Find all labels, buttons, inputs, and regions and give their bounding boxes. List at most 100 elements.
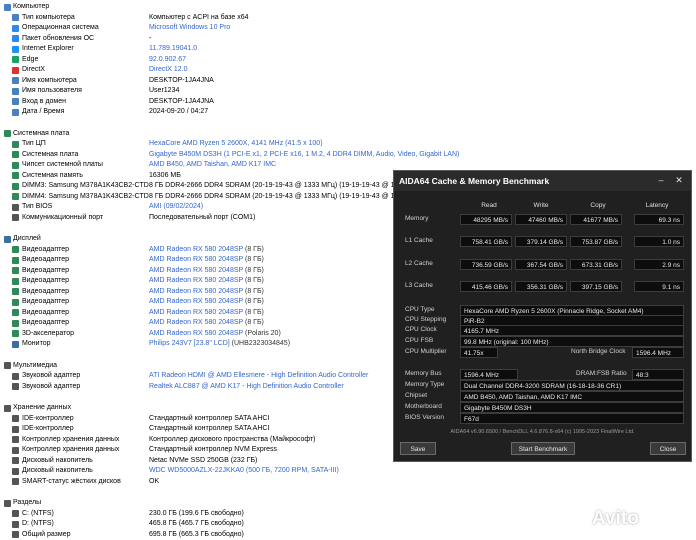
tree-label: Дисковый накопитель (22, 456, 93, 464)
tree-value-text: AMD Radeon RX 580 2048SP (149, 266, 244, 274)
drive-icon (12, 510, 19, 517)
tree-label: Тип ЦП (22, 140, 46, 147)
tree-value[interactable]: HexaCore AMD Ryzen 5 2600X, 4141 MHz (41… (149, 139, 323, 149)
user-icon (12, 87, 19, 95)
gpu-icon (12, 288, 19, 295)
tree-value[interactable]: Microsoft Windows 10 Pro (149, 23, 230, 33)
tree-value: DESKTOP-1JA4JNA (149, 76, 214, 86)
tree-value[interactable]: ATI Radeon HDMI @ AMD Ellesmere - High D… (149, 371, 368, 381)
tree-label: DIMM4: Samsung M378A1K43CB2-CTD (22, 192, 149, 200)
tree-value-detail: (8 ГБ) (243, 256, 264, 263)
dialog-titlebar[interactable]: AIDA64 Cache & Memory Benchmark – ✕ (394, 171, 691, 191)
tree-value[interactable]: Philips 243V7 [23.8" LCD] (UHB2323034845… (149, 339, 290, 349)
tree-label: Видеоадаптер (22, 277, 70, 284)
close-button[interactable]: Close (650, 442, 686, 455)
bench-read-value: 48295 MB/s (460, 214, 512, 225)
tree-value[interactable]: AMD Radeon RX 580 2048SP (8 ГБ) (149, 276, 264, 286)
bench-write-value: 379.14 GB/s (515, 236, 567, 247)
cpu-multiplier-label: CPU Multiplier (405, 348, 447, 355)
memory-icon (12, 172, 19, 179)
computer-icon (12, 77, 19, 84)
cpu-fsb-label: CPU FSB (405, 337, 434, 344)
memory-icon (12, 193, 19, 200)
tree-label: Internet Explorer (22, 45, 74, 52)
tree-value[interactable]: AMD Radeon RX 580 2048SP (8 ГБ) (149, 318, 264, 328)
memory-icon (12, 182, 19, 190)
tree-value: 230.0 ГБ (199.6 ГБ свободно) (149, 509, 244, 519)
col-header-read: Read (481, 202, 497, 209)
nb-clock-label: North Bridge Clock (571, 348, 626, 355)
computer-icon (4, 3, 11, 11)
tree-value[interactable]: 92.0.902.67 (149, 55, 186, 65)
close-icon[interactable]: ✕ (674, 175, 684, 185)
edge-icon (12, 56, 19, 63)
tree-label: Тип компьютера (22, 13, 75, 21)
tree-value[interactable]: AMD B450, AMD Taishan, AMD K17 IMC (149, 160, 276, 170)
avito-watermark: Avito (592, 508, 639, 529)
bench-row-label: Memory (405, 215, 429, 222)
tree-label: Хранение данных (13, 404, 72, 411)
tree-value-text: Стандартный контроллер SATA AHCI (149, 414, 270, 422)
controller-icon (12, 436, 19, 443)
bench-copy-value: 397.15 GB/s (570, 281, 622, 292)
update-icon (12, 35, 19, 42)
tree-value: Компьютер с ACPI на базе x64 (149, 13, 249, 23)
start-benchmark-button[interactable]: Start Benchmark (511, 442, 575, 455)
minimize-icon[interactable]: – (656, 175, 666, 185)
tree-label: Контроллер хранения данных (22, 435, 120, 443)
tree-value: 695.8 ГБ (665.3 ГБ свободно) (149, 530, 244, 540)
tree-value-text: AMD Radeon RX 580 2048SP (149, 287, 244, 295)
tree-label: Тип BIOS (22, 203, 53, 210)
mem-bus-value: 1596.4 MHz (460, 369, 518, 380)
drive-icon (12, 531, 19, 538)
tree-label: Звуковой адаптер (22, 372, 81, 379)
tree-value-text: Gigabyte B450M DS3H (1 PCI-E x1, 2 PCI-E… (149, 150, 460, 158)
monitor-icon (12, 340, 19, 348)
tree-label: Видеоадаптер (22, 308, 70, 316)
col-header-write: Write (533, 202, 549, 209)
bench-row-label: L3 Cache (405, 282, 433, 289)
tree-value: Стандартный контроллер SATA AHCI (149, 424, 269, 434)
tree-label: Операционная система (22, 24, 99, 31)
tree-label: Имя пользователя (22, 87, 82, 94)
tree-value[interactable]: AMD Radeon RX 580 2048SP (8 ГБ) (149, 255, 264, 265)
tree-value[interactable]: AMD Radeon RX 580 2048SP (8 ГБ) (149, 245, 264, 255)
tree-value-text: Realtek ALC887 @ AMD K17 - High Definiti… (149, 382, 344, 390)
tree-label: Видеоадаптер (22, 319, 70, 326)
tree-value-text: AMD Radeon RX 580 2048SP (149, 319, 244, 326)
tree-label: Дата / Время (22, 108, 65, 115)
bench-latency-value: 9.1 ns (634, 281, 684, 292)
tree-value[interactable]: WDC WD5000AZLX-22JKKA0 (500 ГБ, 7200 RPM… (149, 466, 339, 476)
tree-label: IDE-контроллер (22, 414, 74, 422)
controller-icon (12, 446, 19, 454)
tree-value[interactable]: 11.789.19041.0 (149, 44, 197, 54)
tree-value[interactable]: Realtek ALC887 @ AMD K17 - High Definiti… (149, 382, 344, 392)
tree-value[interactable]: AMI (09/02/2024) (149, 202, 203, 212)
tree-value[interactable]: Gigabyte B450M DS3H (1 PCI-E x1, 2 PCI-E… (149, 150, 459, 160)
tree-label: Монитор (22, 340, 51, 347)
tree-value[interactable]: AMD Radeon RX 580 2048SP (8 ГБ) (149, 297, 264, 307)
directx-icon (12, 66, 19, 74)
tree-label: 3D-акселератор (22, 329, 74, 337)
tree-value: 465.8 ГБ (465.7 ГБ свободно) (149, 519, 244, 529)
tree-value[interactable]: DirectX 12.0 (149, 65, 188, 75)
tree-value[interactable]: AMD Radeon RX 580 2048SP (8 ГБ) (149, 266, 264, 276)
tree-value[interactable]: AMD Radeon RX 580 2048SP (Polaris 20) (149, 329, 281, 339)
tree-value[interactable]: AMD Radeon RX 580 2048SP (8 ГБ) (149, 287, 264, 297)
tree-value[interactable]: AMD Radeon RX 580 2048SP (8 ГБ) (149, 308, 264, 318)
tree-value-text: DESKTOP-1JA4JNA (149, 76, 214, 84)
tree-value-text: 11.789.19041.0 (149, 45, 198, 52)
tree-label: DIMM3: Samsung M378A1K43CB2-CTD (22, 182, 149, 189)
chipset-value: AMD B450, AMD Taishan, AMD K17 IMC (460, 391, 684, 402)
save-button[interactable]: Save (400, 442, 436, 455)
tree-value-text: 92.0.902.67 (149, 55, 186, 63)
tree-value-text: AMD Radeon RX 580 2048SP (149, 245, 244, 253)
motherboard-value: Gigabyte B450M DS3H (460, 402, 684, 413)
bench-row-label: L1 Cache (405, 237, 433, 244)
smart-icon (12, 478, 19, 485)
tree-value-text: AMD Radeon RX 580 2048SP (149, 298, 244, 305)
bench-row-label: L2 Cache (405, 260, 433, 267)
tree-value-text: 16306 МБ (149, 171, 181, 179)
tree-value-text: Последовательный порт (COM1) (149, 213, 256, 221)
tree-label: Контроллер хранения данных (22, 446, 120, 453)
